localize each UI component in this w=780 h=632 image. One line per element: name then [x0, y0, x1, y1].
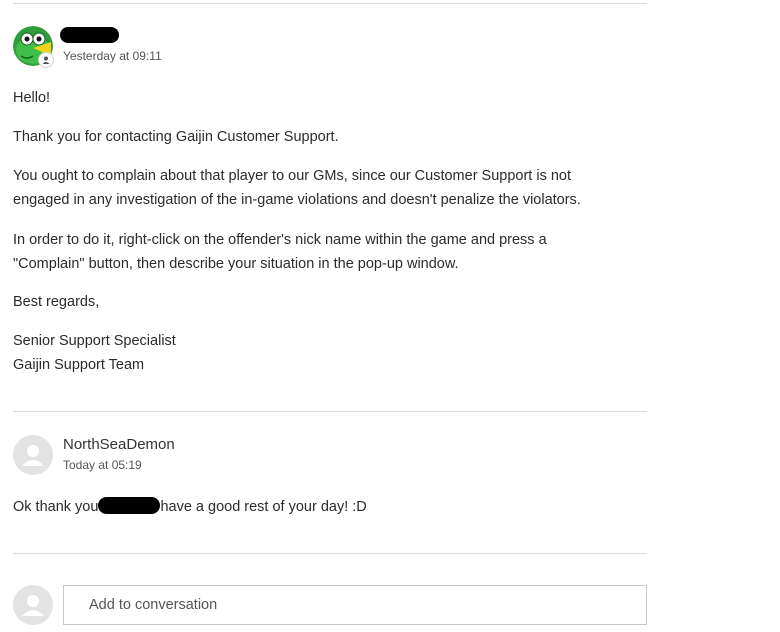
reply-text-start: Ok thank you [13, 499, 99, 515]
redacted-author-name [60, 27, 119, 43]
message-paragraph-1-line-2: engaged in any investigation of the in-g… [13, 192, 581, 208]
default-user-icon [13, 435, 53, 475]
reply-text: Ok thank you have a good rest of your day… [13, 495, 633, 519]
message-signature: Senior Support Specialist Gaijin Support… [13, 329, 633, 377]
message-paragraph-2-line-2: "Complain" button, then describe your si… [13, 256, 459, 272]
signature-title: Senior Support Specialist [13, 333, 176, 349]
message-paragraph-1-line-1: You ought to complain about that player … [13, 168, 572, 184]
add-to-conversation-input[interactable] [64, 586, 646, 624]
user-avatar[interactable] [13, 435, 53, 475]
message-timestamp: Today at 05:19 [63, 458, 142, 472]
message-paragraph-1: You ought to complain about that player … [13, 164, 633, 212]
top-divider [13, 3, 647, 4]
add-to-conversation-box[interactable] [63, 585, 647, 625]
message-timestamp: Yesterday at 09:11 [63, 49, 162, 63]
reply-text-end: have a good rest of your day! :D [160, 499, 367, 515]
message-greeting: Hello! [13, 90, 51, 106]
message-paragraph-2: In order to do it, right-click on the of… [13, 228, 633, 276]
message-closing: Best regards, [13, 294, 100, 310]
message-paragraph-2-line-1: In order to do it, right-click on the of… [13, 232, 547, 248]
message-thanks: Thank you for contacting Gaijin Customer… [13, 129, 339, 145]
user-badge-icon [38, 52, 54, 68]
default-user-icon [13, 585, 53, 625]
current-user-avatar [13, 585, 53, 625]
redacted-name [98, 497, 161, 514]
message-author[interactable]: NorthSeaDemon [63, 436, 175, 453]
signature-team: Gaijin Support Team [13, 357, 145, 373]
message-divider [13, 411, 647, 412]
reply-divider [13, 553, 647, 554]
